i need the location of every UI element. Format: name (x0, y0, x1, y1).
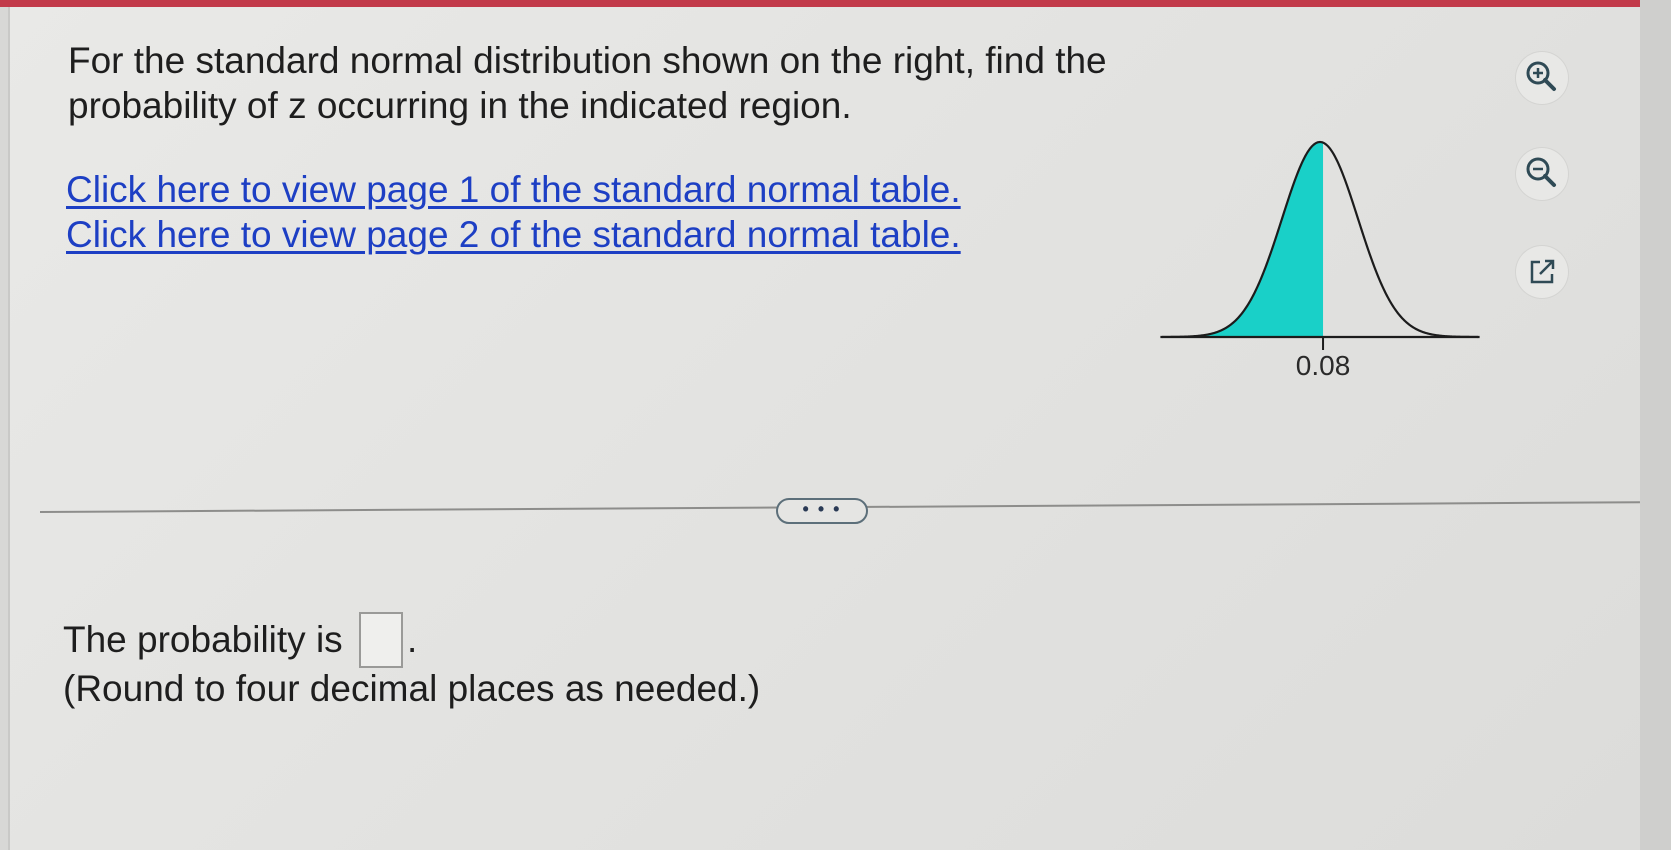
zoom-out-icon (1526, 157, 1556, 187)
expand-more-button[interactable]: • • • (776, 498, 868, 524)
question-panel (8, 7, 1642, 850)
zoom-out-button[interactable] (1516, 148, 1568, 200)
rounding-hint: (Round to four decimal places as needed.… (63, 668, 761, 709)
popout-icon (1530, 259, 1555, 284)
standard-normal-table-page-2-link[interactable]: Click here to view page 2 of the standar… (66, 213, 961, 257)
popout-button[interactable] (1516, 246, 1568, 298)
answer-prefix: The probability is (63, 619, 343, 660)
window-edge (1640, 0, 1671, 850)
z-value-label: 0.08 (1296, 350, 1351, 381)
probability-answer-input[interactable] (358, 612, 403, 668)
zoom-in-icon (1526, 61, 1556, 91)
question-text: For the standard normal distribution sho… (68, 40, 1107, 126)
zoom-in-button[interactable] (1516, 52, 1568, 104)
top-accent-strip (0, 0, 1671, 7)
answer-line: The probability is . (63, 612, 417, 668)
answer-suffix: . (406, 619, 418, 660)
normal-distribution-graph: 0.08 (1160, 140, 1480, 381)
standard-normal-table-page-1-link[interactable]: Click here to view page 1 of the standar… (66, 168, 961, 212)
